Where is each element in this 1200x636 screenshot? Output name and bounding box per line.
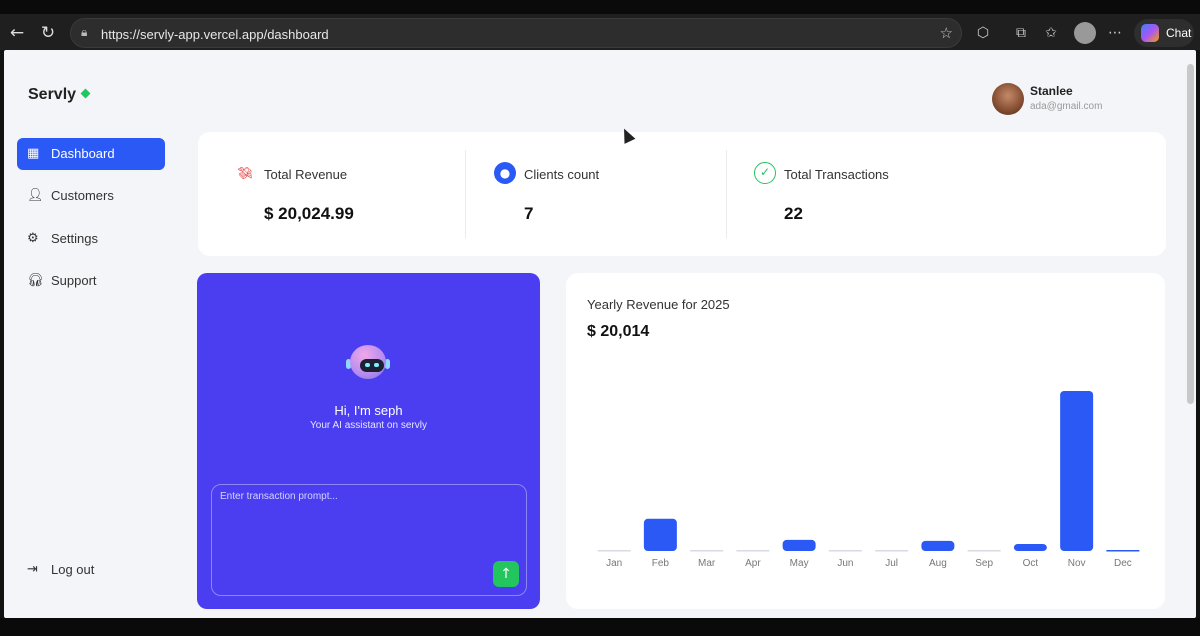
lock-icon: 🔒︎ <box>81 25 88 39</box>
chart-bar-jul <box>875 550 909 552</box>
copilot-icon <box>1141 24 1159 42</box>
x-tick-label: Apr <box>745 558 761 569</box>
chart-bar-oct[interactable] <box>1013 543 1047 551</box>
stat-value: $ 20,024.99 <box>264 204 354 223</box>
x-tick-label: Oct <box>1023 558 1039 569</box>
revenue-icon: 💸︎ <box>237 166 253 180</box>
transactions-icon: ✓ <box>754 162 776 184</box>
stat-total-transactions: ✓ Total Transactions 22 <box>718 132 978 256</box>
chat-label: Chat <box>1166 26 1192 40</box>
stat-label: Total Revenue <box>264 167 348 182</box>
scrollbar[interactable] <box>1187 64 1194 404</box>
chart-bar-jan <box>597 550 631 552</box>
sidebar-item-support[interactable]: 🎧︎ Support <box>17 265 165 297</box>
logout-button[interactable]: ⇥ Log out <box>17 554 165 586</box>
x-tick-label: Dec <box>1114 558 1132 569</box>
sidebar-item-label: Customers <box>51 188 114 203</box>
gear-icon: ⚙ <box>27 231 39 246</box>
logout-label: Log out <box>51 562 95 577</box>
chart-bar-mar <box>690 550 724 552</box>
stat-clients-count: ● Clients count 7 <box>458 132 718 256</box>
user-name: Stanlee <box>1030 84 1073 98</box>
revenue-bar-chart: Jan Feb Mar Apr May Jun Jul Aug Sep Oct Nov Dec <box>597 391 1140 569</box>
robot-icon <box>346 343 390 383</box>
page-viewport: Servly ▦ Dashboard 👤︎ Customers ⚙ Settin… <box>4 50 1196 618</box>
chart-bar-apr <box>736 550 770 552</box>
assistant-subtitle: Your AI assistant on servly <box>310 420 427 431</box>
sidebar-item-customers[interactable]: 👤︎ Customers <box>17 180 165 212</box>
x-tick-label: Jul <box>885 558 898 569</box>
stat-total-revenue: 💸︎ Total Revenue $ 20,024.99 <box>198 132 458 256</box>
chart-bar-sep <box>967 550 1001 552</box>
sidebar-item-settings[interactable]: ⚙ Settings <box>17 223 165 255</box>
more-menu-icon[interactable]: ⋯ <box>1104 22 1126 44</box>
logout-icon: ⇥ <box>27 562 38 577</box>
favorites-icon[interactable]: ✩ <box>1040 22 1062 44</box>
brand-name: Servly <box>28 86 77 103</box>
x-tick-label: Jun <box>837 558 853 569</box>
dashboard-grid-icon: ▦ <box>27 146 40 161</box>
x-tick-label: May <box>790 558 809 569</box>
x-tick-label: Aug <box>929 558 947 569</box>
send-button[interactable]: ↑ <box>493 561 519 587</box>
x-tick-label: Jan <box>606 558 622 569</box>
address-bar[interactable]: 🔒︎ https://servly-app.vercel.app/dashboa… <box>70 18 962 48</box>
revenue-chart-card: Yearly Revenue for 2025 $ 20,014 Jan Feb M… <box>566 273 1165 609</box>
arrow-up-icon: ↑ <box>500 566 512 582</box>
prompt-container: ↑ <box>211 484 527 596</box>
stat-value: 22 <box>784 204 803 223</box>
browser-toolbar: ← ↻ 🔒︎ https://servly-app.vercel.app/das… <box>0 0 1200 50</box>
x-tick-label: Mar <box>698 558 716 569</box>
stats-card: 💸︎ Total Revenue $ 20,024.99 ● Clients c… <box>198 132 1166 256</box>
transaction-prompt-input[interactable] <box>220 491 516 561</box>
stat-value: 7 <box>524 204 534 223</box>
url-text: https://servly-app.vercel.app/dashboard <box>101 27 329 42</box>
chart-bar-may[interactable] <box>782 539 816 551</box>
brand-logo[interactable]: Servly <box>28 86 91 104</box>
window-bottom-edge <box>0 618 1200 636</box>
x-tick-label: Feb <box>652 558 670 569</box>
x-tick-label: Sep <box>975 558 993 569</box>
sidebar-item-label: Support <box>51 273 97 288</box>
copilot-chat-button[interactable]: Chat <box>1134 19 1194 47</box>
chart-bar-aug[interactable] <box>921 540 955 551</box>
chart-bar-dec <box>1106 550 1140 552</box>
ai-assistant-card: Hi, I'm seph Your AI assistant on servly… <box>197 273 540 609</box>
favorite-star-icon[interactable]: ☆ <box>940 24 953 42</box>
chart-bar-nov[interactable] <box>1060 391 1094 551</box>
user-icon: 👤︎ <box>27 188 44 203</box>
chart-bar-jun <box>828 550 862 552</box>
assistant-greeting: Hi, I'm seph <box>334 403 403 418</box>
sidebar-item-dashboard[interactable]: ▦ Dashboard <box>17 138 165 170</box>
extension-icon[interactable]: ⬡ <box>972 22 994 44</box>
back-icon[interactable]: ← <box>6 22 28 44</box>
stat-label: Clients count <box>524 167 600 182</box>
client-icon: ● <box>494 162 516 184</box>
sidebar-item-label: Settings <box>51 231 98 246</box>
browser-profile-icon[interactable] <box>1074 22 1096 44</box>
chart-bar-feb[interactable] <box>643 518 677 551</box>
x-tick-label: Nov <box>1068 558 1086 569</box>
stat-label: Total Transactions <box>784 167 889 182</box>
sidebar-item-label: Dashboard <box>51 146 115 161</box>
avatar[interactable] <box>992 83 1024 115</box>
user-email: ada@gmail.com <box>1030 101 1103 112</box>
reload-icon[interactable]: ↻ <box>37 22 59 44</box>
split-screen-icon[interactable]: ⧉ <box>1010 22 1032 44</box>
brand-diamond-icon <box>80 88 91 99</box>
headset-icon: 🎧︎ <box>27 273 44 288</box>
